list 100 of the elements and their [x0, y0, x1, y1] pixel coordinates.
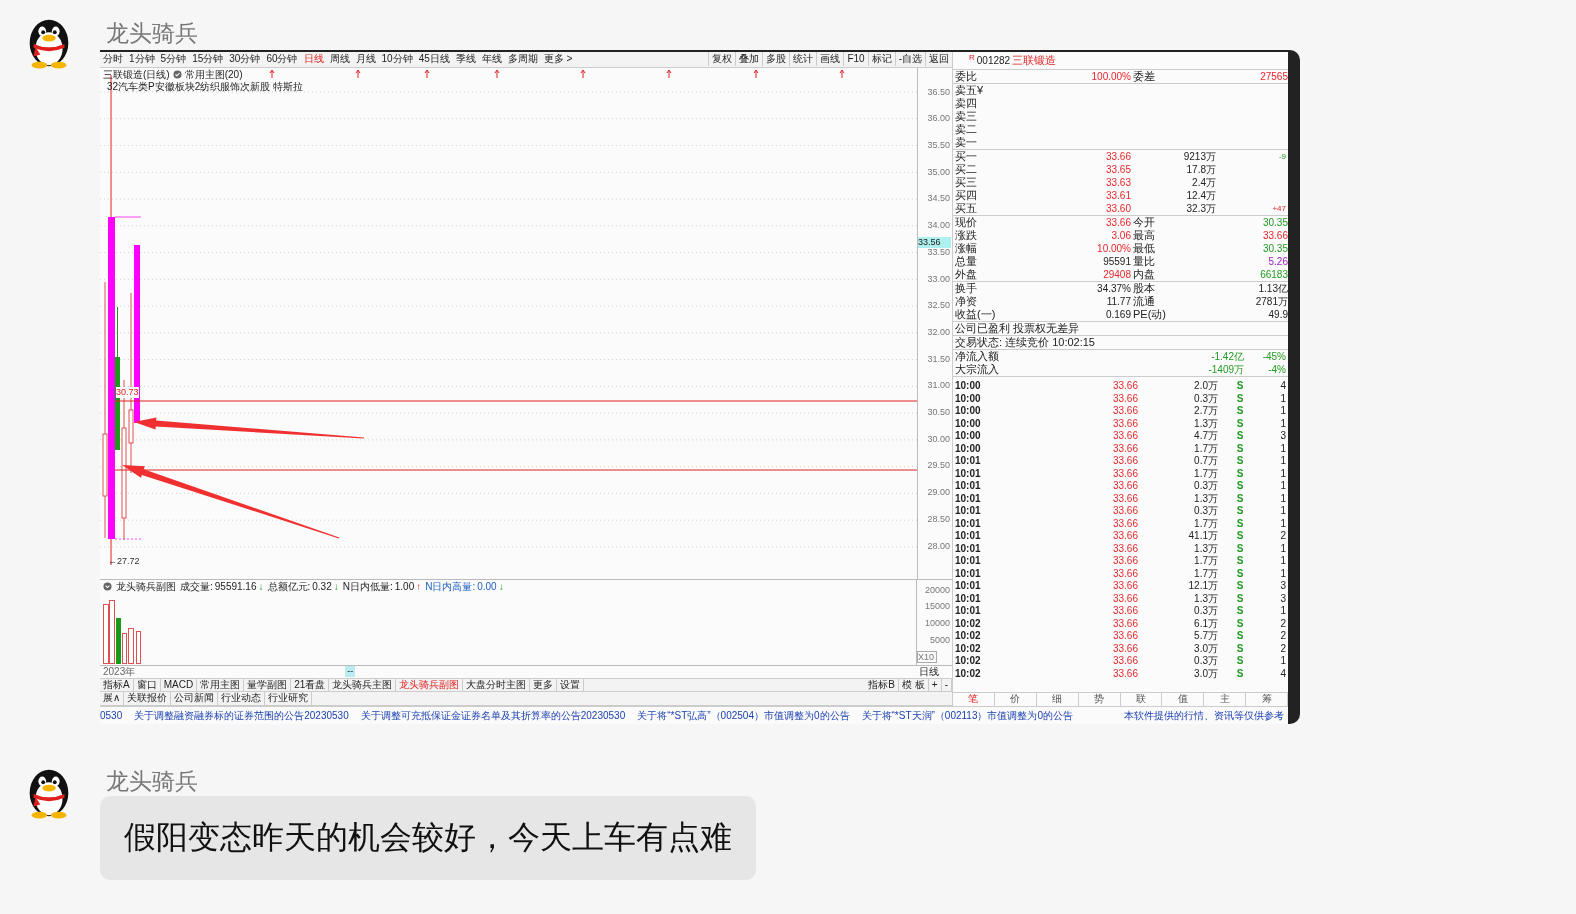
toolbar-button[interactable]: 标记 — [867, 52, 895, 67]
indicator-tab[interactable]: 大盘分时主图 — [463, 678, 531, 692]
indicator-tab[interactable]: - — [941, 678, 952, 692]
period-tab[interactable]: 季线 — [452, 52, 479, 67]
stock-code: 001282 — [976, 55, 1011, 66]
toolbar-button[interactable]: 返回 — [925, 52, 952, 67]
toolbar-button[interactable]: -自选 — [894, 52, 925, 67]
quote-value: 66183 — [1259, 268, 1288, 281]
indicator-tab[interactable]: 设置 — [557, 678, 585, 692]
indicator-tab[interactable]: 龙头骑兵副图 — [396, 678, 464, 692]
trade-volume: 5.7万 — [1193, 630, 1218, 643]
trade-tab[interactable]: 笔 — [953, 693, 995, 706]
trade-tab[interactable]: 价 — [994, 693, 1037, 706]
trade-tab[interactable]: 值 — [1162, 693, 1205, 706]
quote-label: 内盘 — [1132, 268, 1156, 281]
trade-side: S — [1235, 430, 1245, 443]
order-level-label: 买四 — [955, 189, 978, 202]
period-tab[interactable]: 15分钟 — [189, 52, 227, 67]
news-link[interactable]: 关于将“*ST弘高”（002504）市值调整为0的公告 — [637, 708, 850, 723]
price-label: 30.73 — [116, 386, 139, 398]
trade-count: 2 — [1279, 530, 1286, 543]
flag-label: R — [969, 53, 975, 62]
period-tab[interactable]: 更多 > — [540, 52, 576, 67]
axis-label: 30.50 — [926, 406, 951, 419]
trade-volume: 1.3万 — [1193, 542, 1218, 555]
trade-tab[interactable]: 主 — [1204, 693, 1247, 706]
order-level-label: 卖四 — [955, 97, 978, 110]
news-link[interactable]: 关于调整可充抵保证金证券名单及其折算率的公告20230530 — [360, 708, 626, 723]
indicator-tab[interactable]: 模 板 — [899, 678, 929, 692]
period-tab[interactable]: 10分钟 — [378, 52, 416, 67]
trade-price: 33.66 — [1111, 492, 1138, 505]
trade-tab[interactable]: 势 — [1078, 693, 1121, 706]
news-link[interactable]: 关于调整融资融券标的证券范围的公告20230530 — [134, 708, 349, 723]
trade-count: 3 — [1279, 430, 1286, 443]
trade-count: 1 — [1279, 480, 1286, 493]
trade-price: 33.66 — [1111, 405, 1138, 418]
order-level-label: 卖三 — [955, 110, 978, 123]
indicator-tab[interactable]: 龙头骑兵主图 — [329, 678, 397, 692]
quote-value: 5.26 — [1267, 255, 1288, 268]
indicator-tab[interactable]: 21看盘 — [291, 678, 330, 692]
info-tab[interactable]: 公司新闻 — [171, 692, 219, 705]
toolbar-button[interactable]: 叠加 — [735, 52, 763, 67]
period-tab[interactable]: 分时 — [100, 52, 126, 67]
trade-tab[interactable]: 联 — [1120, 693, 1163, 706]
period-tab[interactable]: 月线 — [352, 52, 379, 67]
period-tab[interactable]: 60分钟 — [263, 52, 301, 67]
template-name[interactable]: 常用主图(20) — [184, 68, 243, 81]
axis-label: 15000 — [923, 600, 951, 613]
indicator-tab[interactable]: 常用主图 — [197, 678, 245, 692]
indicator-tab[interactable]: 更多 — [530, 678, 558, 692]
period-tab[interactable]: 年线 — [478, 52, 505, 67]
info-tab[interactable]: 行业研究 — [265, 692, 313, 705]
quote-label: 量比 — [1132, 255, 1156, 268]
trend-arrow: ↑ — [416, 580, 422, 593]
indicator-tab[interactable]: 窗口 — [133, 678, 161, 692]
chart-title: 三联锻造(日线) — [103, 68, 170, 81]
period-tab[interactable]: 30分钟 — [226, 52, 264, 67]
period-tab[interactable]: 45日线 — [415, 52, 453, 67]
indicator-value: 0.32 — [312, 580, 332, 593]
indicator-tab[interactable]: 量学副图 — [244, 678, 292, 692]
trade-price: 33.66 — [1111, 555, 1138, 568]
toolbar-button[interactable]: 多股 — [762, 52, 790, 67]
order-level-label: 买三 — [955, 176, 978, 189]
trade-time: 10:01 — [955, 592, 982, 605]
info-tab[interactable]: 行业动态 — [218, 692, 266, 705]
order-level-label: 卖一 — [955, 136, 978, 149]
axis-label: 10000 — [923, 617, 951, 630]
period-tab[interactable]: 1分钟 — [126, 52, 158, 67]
quote-label: 今开 — [1132, 216, 1156, 229]
indicator-tab[interactable]: 指标A — [100, 678, 134, 692]
toolbar-button[interactable]: 复权 — [708, 52, 736, 67]
trade-tab[interactable]: 细 — [1036, 693, 1079, 706]
toolbar-button[interactable]: F10 — [843, 52, 868, 67]
quote-label: 最低 — [1132, 242, 1156, 255]
trade-side: S — [1235, 480, 1245, 493]
axis-label: 31.00 — [926, 379, 951, 392]
period-tab[interactable]: 周线 — [326, 52, 353, 67]
period-tab[interactable]: 日线 — [300, 52, 327, 67]
news-link[interactable]: 关于将“*ST天润”（002113）市值调整为0的公告 — [861, 708, 1074, 723]
info-tab[interactable]: 关联报价 — [124, 692, 172, 705]
axis-label: 28.50 — [926, 512, 951, 525]
indicator-tab[interactable]: + — [928, 678, 942, 692]
indicator-value: 95591.16 — [214, 580, 257, 593]
toolbar-button[interactable]: 画线 — [816, 52, 844, 67]
news-link[interactable]: 0530 — [100, 710, 123, 721]
axis-label: 32.00 — [926, 325, 951, 338]
quote-label: 委比 — [955, 70, 978, 83]
indicator-tab[interactable]: 指标B — [865, 678, 900, 692]
indicator-tab[interactable]: MACD — [160, 678, 198, 692]
toolbar-button[interactable]: 统计 — [789, 52, 817, 67]
quote-value: 49.9 — [1267, 308, 1288, 321]
info-tab[interactable]: 展∧ — [100, 692, 125, 705]
collapse-icon[interactable] — [103, 582, 112, 592]
period-tab[interactable]: 5分钟 — [157, 52, 190, 67]
order-price: 33.63 — [1104, 176, 1131, 189]
flow-value: -1409万 — [1207, 363, 1244, 376]
period-tab[interactable]: 多周期 — [504, 52, 541, 67]
trade-price: 33.66 — [1111, 430, 1138, 443]
trade-tab[interactable]: 筹 — [1246, 693, 1288, 706]
axis-label: 36.00 — [926, 112, 951, 125]
